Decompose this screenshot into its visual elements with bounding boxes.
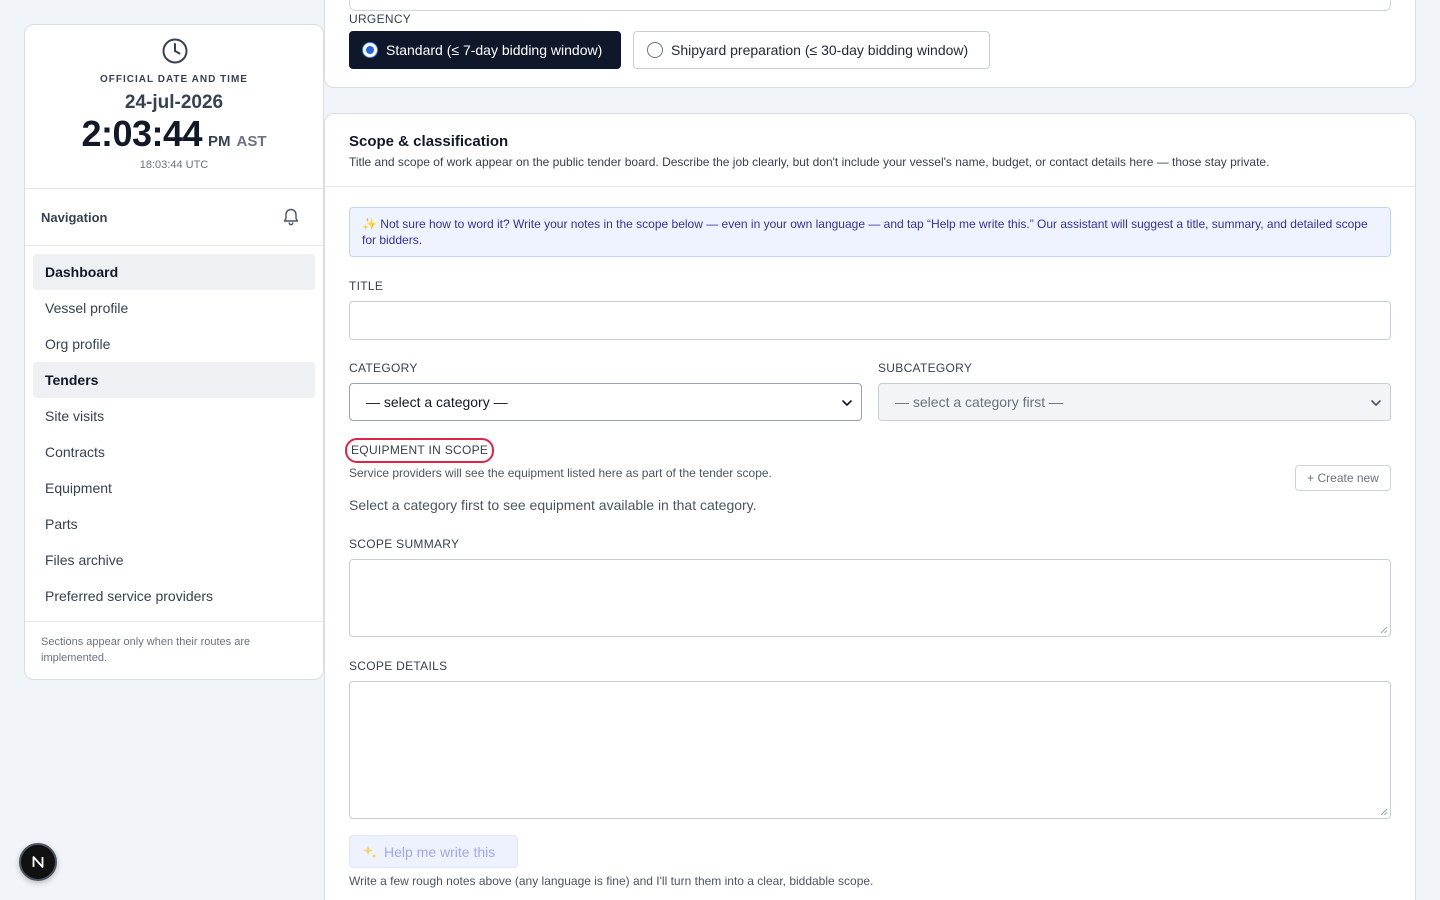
clock-label: OFFICIAL DATE AND TIME: [100, 74, 248, 85]
sidebar-item-contracts[interactable]: Contracts: [33, 434, 315, 470]
nav-header: Navigation: [25, 189, 323, 246]
urgency-option-shipyard-label: Shipyard preparation (≤ 30-day bidding w…: [671, 42, 969, 58]
sparkles-icon: [363, 845, 377, 858]
subcategory-label: SUBCATEGORY: [878, 361, 973, 375]
nav-list: Dashboard Vessel profile Org profile Ten…: [25, 246, 323, 622]
subcategory-select-value: — select a category first —: [895, 394, 1064, 410]
sidebar-item-equipment[interactable]: Equipment: [33, 470, 315, 506]
scope-details-label: SCOPE DETAILS: [349, 659, 448, 673]
subcategory-select[interactable]: — select a category first —: [878, 383, 1391, 421]
scope-card: Scope & classification Title and scope o…: [324, 113, 1416, 900]
scope-summary-label: SCOPE SUMMARY: [349, 537, 460, 551]
chevron-down-icon: [1371, 400, 1381, 406]
help-me-write-button[interactable]: Help me write this: [349, 835, 518, 868]
clock-date: 24-jul-2026: [124, 92, 224, 113]
create-equipment-button[interactable]: + Create new: [1295, 465, 1391, 491]
title-input[interactable]: [349, 301, 1391, 340]
n-logo-icon: [32, 856, 44, 868]
section-description: Title and scope of work appear on the pu…: [349, 155, 1270, 169]
clock-icon: [162, 38, 188, 64]
sidebar-item-site-visits[interactable]: Site visits: [33, 398, 315, 434]
urgency-option-standard[interactable]: Standard (≤ 7-day bidding window): [349, 31, 621, 69]
sidebar-item-parts[interactable]: Parts: [33, 506, 315, 542]
scope-card-header: Scope & classification Title and scope o…: [325, 114, 1415, 187]
sidebar-item-files-archive[interactable]: Files archive: [33, 542, 315, 578]
clock-time-row: 2:03:44 PM AST: [25, 113, 323, 155]
sidebar: OFFICIAL DATE AND TIME 24-jul-2026 2:03:…: [24, 24, 324, 680]
title-label: TITLE: [349, 279, 384, 293]
clock-time: 2:03:44: [81, 113, 203, 154]
radio-unselected-icon[interactable]: [647, 42, 663, 58]
radio-selected-icon[interactable]: [362, 42, 378, 58]
sidebar-item-dashboard[interactable]: Dashboard: [33, 254, 315, 290]
sidebar-item-org-profile[interactable]: Org profile: [33, 326, 315, 362]
chevron-down-icon: [842, 400, 852, 406]
equipment-in-scope-label: EQUIPMENT IN SCOPE: [345, 438, 495, 463]
framework-logo-button[interactable]: [19, 843, 57, 881]
official-clock: OFFICIAL DATE AND TIME 24-jul-2026 2:03:…: [25, 25, 323, 189]
sidebar-item-vessel-profile[interactable]: Vessel profile: [33, 290, 315, 326]
equipment-hint: Service providers will see the equipment…: [349, 466, 772, 480]
resize-grip-icon[interactable]: [1380, 808, 1388, 816]
assistant-tip: ✨ Not sure how to word it? Write your no…: [349, 207, 1391, 257]
clock-utc: 18:03:44 UTC: [139, 159, 209, 171]
bell-icon[interactable]: [281, 207, 301, 227]
urgency-option-standard-label: Standard (≤ 7-day bidding window): [386, 42, 603, 58]
urgency-label: URGENCY: [349, 12, 412, 26]
category-select-value: — select a category —: [366, 394, 508, 410]
equipment-empty-state: Select a category first to see equipment…: [349, 497, 757, 513]
sidebar-item-preferred-service-providers[interactable]: Preferred service providers: [33, 578, 315, 614]
category-select[interactable]: — select a category —: [349, 383, 862, 421]
help-me-write-label: Help me write this: [384, 843, 496, 860]
sidebar-item-tenders[interactable]: Tenders: [33, 362, 315, 398]
nav-note: Sections appear only when their routes a…: [41, 636, 251, 664]
urgency-option-shipyard[interactable]: Shipyard preparation (≤ 30-day bidding w…: [633, 31, 990, 69]
scope-summary-textarea[interactable]: [349, 559, 1391, 637]
help-hint: Write a few rough notes above (any langu…: [349, 874, 874, 888]
category-label: CATEGORY: [349, 361, 418, 375]
urgency-card: URGENCY Standard (≤ 7-day bidding window…: [324, 0, 1416, 88]
previous-field-input[interactable]: [349, 0, 1391, 11]
nav-title: Navigation: [41, 210, 108, 225]
resize-grip-icon[interactable]: [1380, 626, 1388, 634]
clock-ampm: PM: [208, 133, 231, 150]
clock-timezone: AST: [236, 133, 267, 150]
section-title: Scope & classification: [349, 133, 509, 150]
scope-details-textarea[interactable]: [349, 681, 1391, 819]
